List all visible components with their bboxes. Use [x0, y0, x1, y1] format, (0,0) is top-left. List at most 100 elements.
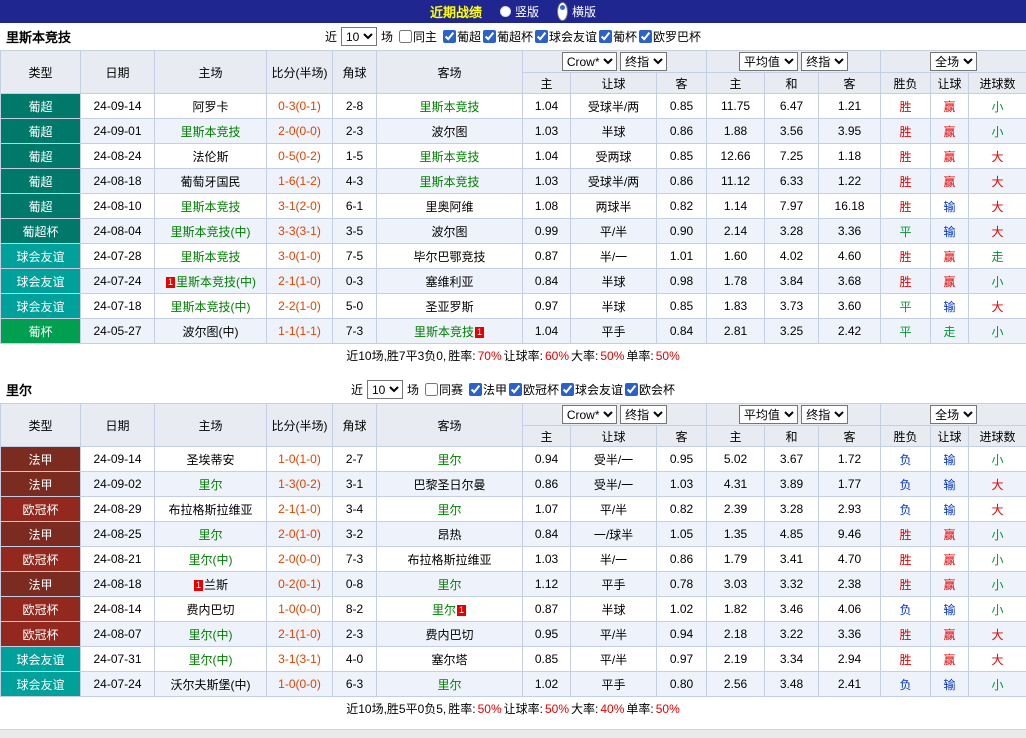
same-filter[interactable]: 同主 [399, 28, 437, 45]
match-score[interactable]: 3-1(2-0) [267, 194, 333, 219]
team-name[interactable]: 里斯本竞技 [419, 150, 479, 164]
match-score[interactable]: 1-0(0-0) [267, 672, 333, 697]
match-score[interactable]: 1-0(0-0) [267, 597, 333, 622]
team-name[interactable]: 里尔(中) [189, 628, 233, 642]
team-name[interactable]: 塞尔塔 [431, 653, 467, 667]
team-name[interactable]: 布拉格斯拉维亚 [168, 503, 252, 517]
match-score[interactable]: 1-0(1-0) [267, 447, 333, 472]
league-filter-checkbox[interactable] [535, 30, 548, 43]
team-name[interactable]: 里尔 [198, 478, 222, 492]
layout-radio-vertical[interactable]: 竖版 [500, 3, 539, 20]
handicap-result: 走 [931, 319, 969, 344]
match-score[interactable]: 1-1(1-1) [267, 319, 333, 344]
league-filter-checkbox[interactable] [599, 30, 612, 43]
team-name[interactable]: 波尔图(中) [183, 325, 239, 339]
team-name[interactable]: 里尔 [432, 603, 456, 617]
same-filter-checkbox[interactable] [399, 30, 412, 43]
team-name[interactable]: 布拉格斯拉维亚 [407, 553, 491, 567]
match-score[interactable]: 2-0(0-0) [267, 119, 333, 144]
match-score[interactable]: 3-0(1-0) [267, 244, 333, 269]
league-filter-checkbox[interactable] [561, 383, 574, 396]
match-score[interactable]: 2-0(1-0) [267, 522, 333, 547]
team-name[interactable]: 里尔 [437, 503, 461, 517]
team-name[interactable]: 费内巴切 [425, 628, 473, 642]
team-name[interactable]: 塞维利亚 [425, 275, 473, 289]
away-team: 圣亚罗斯 [377, 294, 523, 319]
match-score[interactable]: 3-3(3-1) [267, 219, 333, 244]
league-filter-checkbox[interactable] [625, 383, 638, 396]
team-name[interactable]: 里斯本竞技 [419, 175, 479, 189]
league-filter[interactable]: 葡杯 [599, 28, 637, 45]
ah-home-odds: 1.03 [523, 169, 571, 194]
league-filter[interactable]: 欧冠杯 [509, 381, 559, 398]
team-name[interactable]: 费内巴切 [186, 603, 234, 617]
team-name[interactable]: 阿罗卡 [192, 100, 228, 114]
league-filter-checkbox[interactable] [639, 30, 652, 43]
match-score[interactable]: 2-1(1-0) [267, 497, 333, 522]
match-score[interactable]: 2-2(1-0) [267, 294, 333, 319]
team-name[interactable]: 里斯本竞技 [180, 200, 240, 214]
same-filter-checkbox[interactable] [425, 383, 438, 396]
match-score[interactable]: 3-1(3-1) [267, 647, 333, 672]
match-score[interactable]: 2-0(0-0) [267, 547, 333, 572]
scope-select[interactable]: 全场 [930, 52, 977, 71]
match-score[interactable]: 0-3(0-1) [267, 94, 333, 119]
avg-select[interactable]: 平均值 [739, 405, 798, 424]
recent-count-select[interactable]: 10 [341, 27, 377, 46]
team-name[interactable]: 里尔 [437, 678, 461, 692]
ah-stage-select[interactable]: 终指 [620, 405, 667, 424]
team-name[interactable]: 巴黎圣日尔曼 [413, 478, 485, 492]
layout-radio-horizontal[interactable]: 横版 [557, 2, 596, 21]
team-name[interactable]: 里斯本竞技 [419, 100, 479, 114]
team-name[interactable]: 兰斯 [204, 578, 228, 592]
team-name[interactable]: 波尔图 [431, 125, 467, 139]
team-name[interactable]: 昂热 [437, 528, 461, 542]
team-name[interactable]: 里尔 [198, 528, 222, 542]
league-filter[interactable]: 葡超杯 [483, 28, 533, 45]
team-name[interactable]: 葡萄牙国民 [180, 175, 240, 189]
match-score[interactable]: 0-2(0-1) [267, 572, 333, 597]
league-filter[interactable]: 球会友谊 [561, 381, 623, 398]
league-filter[interactable]: 欧罗巴杯 [639, 28, 701, 45]
team-name[interactable]: 沃尔夫斯堡(中) [171, 678, 251, 692]
team-name[interactable]: 里斯本竞技 [180, 250, 240, 264]
league-filter[interactable]: 欧会杯 [625, 381, 675, 398]
team-name[interactable]: 里尔(中) [189, 653, 233, 667]
team-name[interactable]: 毕尔巴鄂竞技 [413, 250, 485, 264]
league-filter-checkbox[interactable] [443, 30, 456, 43]
recent-count-select[interactable]: 10 [367, 380, 403, 399]
same-filter[interactable]: 同赛 [425, 381, 463, 398]
league-filter[interactable]: 法甲 [469, 381, 507, 398]
team-name[interactable]: 圣埃蒂安 [186, 453, 234, 467]
team-name[interactable]: 里奥阿维 [425, 200, 473, 214]
team-name[interactable]: 法伦斯 [192, 150, 228, 164]
match-score[interactable]: 1-3(0-2) [267, 472, 333, 497]
ah-stage-select[interactable]: 终指 [620, 52, 667, 71]
scope-select[interactable]: 全场 [930, 405, 977, 424]
match-score[interactable]: 2-1(1-0) [267, 622, 333, 647]
league-filter-checkbox[interactable] [483, 30, 496, 43]
team-name[interactable]: 波尔图 [431, 225, 467, 239]
avg-select[interactable]: 平均值 [739, 52, 798, 71]
match-score[interactable]: 0-5(0-2) [267, 144, 333, 169]
team-name[interactable]: 里斯本竞技(中) [171, 225, 251, 239]
team-name[interactable]: 里斯本竞技(中) [176, 275, 256, 289]
league-filter-checkbox[interactable] [509, 383, 522, 396]
league-filter[interactable]: 球会友谊 [535, 28, 597, 45]
match-score[interactable]: 1-6(1-2) [267, 169, 333, 194]
team-name[interactable]: 里尔 [437, 578, 461, 592]
league-filter[interactable]: 葡超 [443, 28, 481, 45]
euro-stage-select[interactable]: 终指 [801, 405, 848, 424]
team-name[interactable]: 里斯本竞技 [180, 125, 240, 139]
team-name[interactable]: 里斯本竞技 [414, 325, 474, 339]
bookmaker-select[interactable]: Crow* [562, 52, 617, 71]
bookmaker-select[interactable]: Crow* [562, 405, 617, 424]
team-name[interactable]: 里尔(中) [189, 553, 233, 567]
euro-stage-select[interactable]: 终指 [801, 52, 848, 71]
team-name[interactable]: 里斯本竞技(中) [171, 300, 251, 314]
match-score[interactable]: 2-1(1-0) [267, 269, 333, 294]
ah-away-odds: 0.85 [657, 144, 707, 169]
team-name[interactable]: 里尔 [437, 453, 461, 467]
team-name[interactable]: 圣亚罗斯 [425, 300, 473, 314]
league-filter-checkbox[interactable] [469, 383, 482, 396]
